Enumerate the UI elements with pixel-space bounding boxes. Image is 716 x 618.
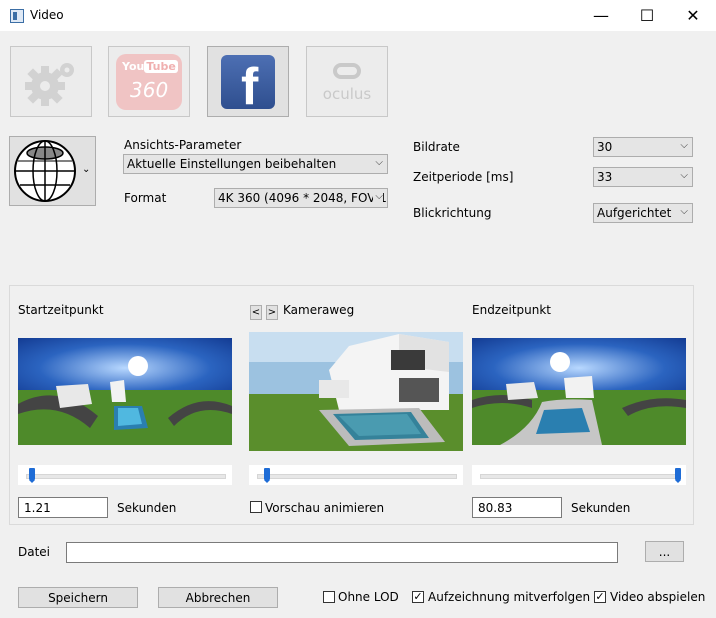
file-label: Datei — [18, 545, 51, 559]
end-seconds-input[interactable]: 80.83 — [472, 497, 562, 518]
direction-select[interactable]: Aufgerichtet ⌵ — [593, 203, 693, 223]
facebook-tile-button[interactable]: f — [207, 46, 289, 117]
browse-button[interactable]: ... — [645, 541, 684, 562]
follow-recording-checkbox[interactable]: ✓ — [412, 591, 424, 603]
start-seconds-unit: Sekunden — [117, 501, 177, 515]
framerate-label: Bildrate — [413, 140, 460, 154]
end-time-slider[interactable] — [472, 465, 686, 485]
slider-handle[interactable] — [28, 468, 35, 483]
minimize-button[interactable]: — — [578, 0, 624, 31]
play-video-label: Video abspielen — [610, 590, 706, 604]
app-icon — [10, 9, 24, 23]
youtube-360-label: 360 — [130, 77, 169, 102]
chevron-down-icon: ⌵ — [680, 140, 688, 151]
end-time-label: Endzeitpunkt — [472, 303, 552, 317]
preview-animate-label: Vorschau animieren — [265, 501, 385, 515]
globe-icon — [14, 140, 76, 202]
save-button[interactable]: Speichern — [18, 587, 138, 608]
youtube-360-icon: You Tube 360 — [116, 53, 182, 110]
period-label: Zeitperiode [ms] — [413, 170, 514, 184]
title-bar: Video — ☐ ✕ — [0, 0, 716, 31]
framerate-select[interactable]: 30 ⌵ — [593, 137, 693, 157]
chevron-down-icon: ⌄ — [82, 164, 91, 175]
format-label: Format — [124, 191, 167, 205]
oculus-icon: oculus — [312, 57, 382, 107]
chevron-down-icon: ⌵ — [375, 157, 383, 168]
cancel-button[interactable]: Abbrechen — [158, 587, 278, 608]
window-title: Video — [30, 8, 64, 22]
camera-next-button[interactable]: > — [266, 305, 278, 320]
end-seconds-unit: Sekunden — [571, 501, 631, 515]
slider-track — [26, 474, 226, 479]
period-select[interactable]: 33 ⌵ — [593, 167, 693, 187]
camera-prev-button[interactable]: < — [250, 305, 262, 320]
start-time-slider[interactable] — [18, 465, 232, 485]
camera-path-label: Kameraweg — [283, 303, 355, 317]
slider-track — [257, 474, 457, 479]
chevron-down-icon: ⌵ — [373, 191, 383, 202]
gear-icon — [25, 62, 74, 106]
view-params-label: Ansichts-Parameter — [124, 138, 242, 152]
follow-recording-label: Aufzeichnung mitverfolgen — [428, 590, 591, 604]
slider-handle[interactable] — [675, 468, 681, 483]
no-lod-label: Ohne LOD — [338, 590, 399, 604]
oculus-tile-button[interactable]: oculus — [306, 46, 388, 117]
chevron-down-icon: ⌵ — [680, 170, 688, 181]
play-video-checkbox[interactable]: ✓ — [594, 591, 606, 603]
preview-animate-checkbox[interactable] — [250, 501, 262, 513]
start-seconds-input[interactable]: 1.21 — [18, 497, 108, 518]
settings-tile-button[interactable] — [10, 46, 92, 117]
maximize-button[interactable]: ☐ — [624, 0, 670, 31]
format-select[interactable]: 4K 360 (4096 * 2048, FOV 1024 ⌵ — [214, 188, 388, 208]
direction-label: Blickrichtung — [413, 206, 492, 220]
close-button[interactable]: ✕ — [670, 0, 716, 31]
no-lod-checkbox[interactable] — [323, 591, 335, 603]
camera-path-slider[interactable] — [249, 465, 463, 485]
end-frame-image — [472, 338, 686, 445]
youtube360-tile-button[interactable]: You Tube 360 — [108, 46, 190, 117]
slider-handle[interactable] — [263, 468, 270, 483]
facebook-icon: f — [221, 54, 275, 109]
start-time-label: Startzeitpunkt — [18, 303, 104, 317]
slider-track — [480, 474, 680, 479]
view-mode-dropdown-button[interactable]: ⌄ — [9, 136, 96, 206]
chevron-down-icon: ⌵ — [680, 206, 688, 217]
camera-frame-image — [249, 332, 463, 451]
view-params-select[interactable]: Aktuelle Einstellungen beibehalten ⌵ — [123, 154, 388, 174]
start-frame-image — [18, 338, 232, 445]
file-path-input[interactable] — [66, 542, 618, 563]
